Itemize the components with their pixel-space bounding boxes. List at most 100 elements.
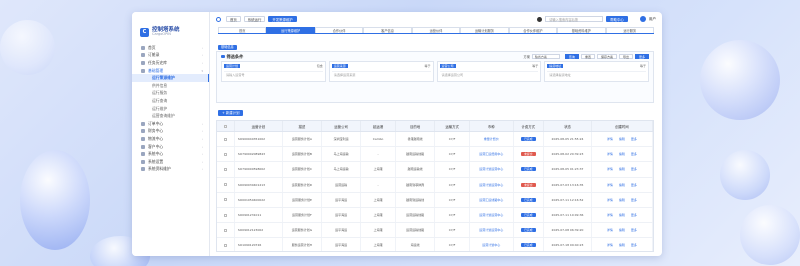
row-checkbox[interactable] (217, 177, 235, 193)
more-button[interactable]: 更多 (634, 54, 649, 59)
add-plan-button[interactable]: + 新建计划 (218, 110, 244, 116)
reset-button[interactable]: 重置 (580, 54, 595, 59)
plan-fee-link[interactable]: 运营计划运营中心 (469, 177, 514, 193)
edit-action[interactable]: 编辑 (619, 183, 625, 187)
export-button[interactable]: 导出 (618, 54, 633, 59)
topbar-home-button[interactable]: 首页 (226, 16, 241, 22)
sidebar-item[interactable]: 系统资料维护 › (132, 166, 209, 174)
edit-action[interactable]: 编辑 (619, 213, 625, 217)
detail-action[interactable]: 详情 (607, 228, 613, 232)
more-action[interactable]: 更多 (631, 213, 637, 217)
row-checkbox[interactable] (217, 161, 235, 178)
row-checkbox[interactable] (217, 146, 235, 163)
gear-icon[interactable] (216, 16, 221, 22)
plan-fee-link[interactable]: 运营计划运营中心 (469, 161, 514, 178)
table-row[interactable]: SO0901231011 运营服务计划F 运平海运 上海港 运营运输线路 CY/F 运营计划… (217, 207, 653, 224)
sidebar-item[interactable]: 系统中心 › (132, 150, 209, 158)
more-action[interactable]: 更多 (631, 198, 637, 202)
filter-operator-select[interactable]: 等于 (424, 64, 430, 68)
tab[interactable]: 运输计划服务 (460, 27, 509, 33)
more-action[interactable]: 更多 (631, 137, 637, 141)
detail-action[interactable]: 详情 (607, 167, 613, 171)
topbar-dev-button[interactable]: 开发策源维护 (268, 16, 297, 22)
table-row[interactable]: SO09012123002 运营服务计划G 运平海运 上海港 运营运输线路 CY/F 运营计… (217, 222, 653, 239)
topbar-run-button[interactable]: 系统运行 (243, 16, 266, 22)
help-center-button[interactable]: 帮助中心 (606, 16, 628, 22)
filter-input[interactable]: 请输入运营号 (224, 71, 323, 78)
tab[interactable]: 运行策源维护 (266, 27, 315, 33)
tab[interactable]: 合作伙伴 (314, 27, 364, 33)
row-checkbox[interactable] (217, 207, 235, 224)
edit-action[interactable]: 编辑 (619, 228, 625, 232)
scheme-select[interactable]: 缺省方案 (531, 54, 560, 59)
save-scheme-button[interactable]: 保存方案 (596, 54, 617, 59)
bell-icon[interactable] (537, 16, 543, 22)
detail-action[interactable]: 详情 (607, 183, 613, 187)
sidebar-item[interactable]: 运营查询维护 (132, 112, 209, 120)
tab[interactable]: 运营伙伴 (411, 27, 461, 33)
edit-action[interactable]: 编辑 (619, 243, 625, 247)
more-action[interactable]: 更多 (631, 183, 637, 187)
sidebar-item[interactable]: 供件信息 (132, 82, 209, 90)
table-row[interactable]: SO090030401213 运营服务计划D 运营运输 - 越南到菲律宾 CY/F 运营计划… (217, 177, 653, 193)
tab[interactable]: 基础资料维护 (557, 27, 606, 33)
plan-fee-link[interactable]: 运营计划运营中心 (469, 222, 514, 239)
row-checkbox[interactable] (217, 237, 235, 251)
brand[interactable]: C 控制塔系统 CargoOPIN (132, 12, 209, 42)
more-action[interactable]: 更多 (631, 167, 637, 171)
plan-fee-link[interactable]: 运营计划中心 (469, 237, 514, 251)
detail-action[interactable]: 详情 (607, 243, 613, 247)
more-action[interactable]: 更多 (631, 152, 637, 156)
detail-action[interactable]: 详情 (607, 213, 613, 217)
table-row[interactable]: SO790000598002 运营服务计划C 马上海运输 上海港 越南运输线 CY/F 运营… (217, 161, 653, 178)
sidebar-item[interactable]: 物流中心 › (132, 135, 209, 143)
edit-action[interactable]: 编辑 (619, 167, 625, 171)
sidebar-item[interactable]: 运行服务 (132, 90, 209, 98)
table-row[interactable]: SO900040351002 运营服务计划A 深圳宝利运 Cambo 香港越南线 CY/F… (217, 131, 653, 148)
sidebar-item[interactable]: 首页 › (132, 44, 209, 52)
sidebar-item[interactable]: 客户中心 › (132, 143, 209, 151)
sidebar-item[interactable]: 运行策源维护 (132, 74, 209, 82)
detail-action[interactable]: 详情 (607, 152, 613, 156)
sidebar-item[interactable]: 运行维护 (132, 105, 209, 113)
search-input[interactable]: 请输入搜索内容后按 (545, 16, 604, 22)
more-action[interactable]: 更多 (631, 228, 637, 232)
row-checkbox[interactable] (217, 222, 235, 239)
edit-action[interactable]: 编辑 (619, 152, 625, 156)
filter-operator-select[interactable]: 等于 (640, 64, 646, 68)
more-action[interactable]: 更多 (631, 243, 637, 247)
row-checkbox[interactable] (217, 131, 235, 148)
filter-input[interactable]: 请选择运营公司 (439, 71, 539, 78)
row-checkbox[interactable] (217, 192, 235, 208)
plan-fee-link[interactable]: 运营汇运线路中心 (469, 192, 514, 208)
plan-fee-link[interactable]: 运营汇运费用中心 (469, 146, 514, 163)
detail-action[interactable]: 详情 (607, 137, 613, 141)
table-row[interactable]: SO001050400022 运营服务计划E 运平海运 上海港 越南到运输线 CY/F 运营… (217, 192, 653, 208)
sidebar-item[interactable]: 运行查询 (132, 97, 209, 105)
sidebar-item[interactable]: 财务中心 › (132, 128, 209, 136)
tab[interactable]: 运行服务 (605, 27, 654, 33)
table-row[interactable]: SO1090120726 服务运营计划H 运平海运 上海港 海运线 CY/F 运营计划中心 已… (217, 237, 653, 251)
sidebar-item[interactable]: 订单中心 › (132, 120, 209, 128)
filter-input[interactable]: 请选择运营来源 (331, 71, 431, 78)
table-row[interactable]: SO790002089843 运营服务计划B 马上海运输 - 越南运输线路 CY/F 运营汇… (217, 146, 653, 163)
tab[interactable]: 客户信息 (363, 27, 412, 33)
plan-fee-link[interactable]: 运营计划运营中心 (469, 207, 514, 224)
sidebar-item[interactable]: 系统设置 › (132, 158, 209, 166)
select-all-checkbox[interactable] (217, 121, 235, 132)
filter-operator-select[interactable]: 等于 (532, 64, 538, 68)
edit-action[interactable]: 编辑 (619, 198, 625, 202)
tab[interactable]: 合作伙伴维护 (508, 27, 558, 33)
avatar[interactable] (639, 16, 646, 22)
detail-action[interactable]: 详情 (607, 198, 613, 202)
sidebar-item[interactable]: 基础管理 ▾ (132, 67, 209, 75)
tab[interactable]: 首页 (218, 27, 267, 33)
edit-action[interactable]: 编辑 (619, 137, 625, 141)
sidebar-item[interactable]: 任务历史库 › (132, 59, 209, 67)
search-button[interactable]: 查询 (564, 54, 579, 59)
filter-operator-select[interactable]: 包含 (317, 64, 323, 68)
plan-fee-link[interactable]: 重量计费价 (469, 131, 514, 148)
user-name[interactable]: 用户 (649, 17, 656, 22)
filter-input[interactable]: 请选择提货地址 (547, 71, 646, 78)
sidebar-item[interactable]: 订舱录 › (132, 52, 209, 60)
